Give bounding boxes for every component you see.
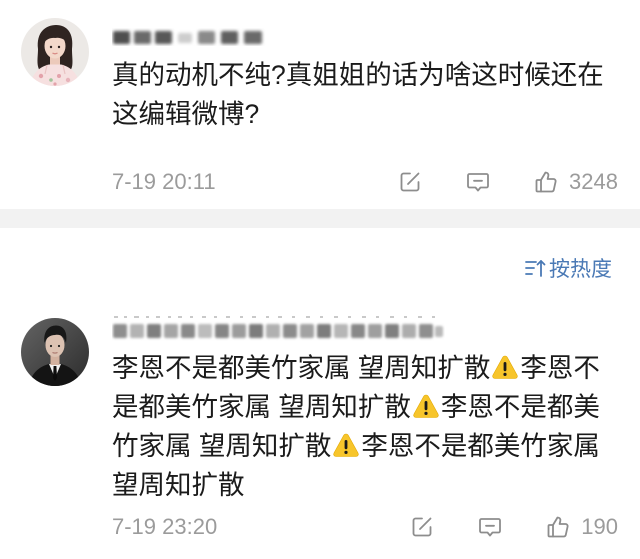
- warning-icon: [412, 392, 440, 420]
- comment-line: 真的动机不纯?真姐姐的话为啥这时候还在: [112, 56, 604, 95]
- like-icon: [533, 169, 559, 195]
- share-icon: [397, 169, 423, 195]
- timestamp: 7-19 20:11: [112, 169, 216, 194]
- sort-icon: [524, 257, 546, 279]
- reply-button[interactable]: [477, 514, 503, 540]
- like-count: 3248: [569, 169, 618, 194]
- like-button[interactable]: 190: [545, 514, 618, 540]
- comment-text-segment: 李恩不是都美: [440, 392, 600, 422]
- avatar[interactable]: [21, 18, 89, 86]
- warning-icon: [491, 353, 519, 381]
- comment-line: 是都美竹家属 望周知扩散 李恩不是都美: [112, 388, 600, 427]
- section-divider: [0, 209, 640, 228]
- comment-text-segment: 李恩不是都美竹家属: [361, 431, 600, 461]
- comment-line: 这编辑微博?: [112, 95, 604, 134]
- sort-label: 按热度: [549, 258, 612, 281]
- avatar-image: [21, 18, 89, 86]
- username-blur-mask: [113, 316, 443, 338]
- sort-by-hot-button[interactable]: 按热度: [524, 256, 612, 281]
- warning-icon: [332, 431, 360, 459]
- comment-text-segment: 竹家属 望周知扩散: [112, 431, 332, 461]
- comment-text[interactable]: 真的动机不纯?真姐姐的话为啥这时候还在 这编辑微博?: [112, 56, 604, 134]
- share-button[interactable]: [409, 514, 435, 540]
- comment-text-segment: 李恩不: [520, 353, 600, 383]
- share-button[interactable]: [397, 169, 423, 195]
- like-button[interactable]: 3248: [533, 169, 618, 195]
- comment-text[interactable]: 李恩不是都美竹家属 望周知扩散 李恩不 是都美竹家属 望周知扩散 李恩不是都美 竹家…: [112, 349, 600, 505]
- comment-text-segment: 这编辑微博?: [112, 99, 260, 129]
- comment-line: 望周知扩散: [112, 466, 600, 505]
- comment-text-segment: 真的动机不纯?真姐姐的话为啥这时候还在: [112, 60, 604, 90]
- avatar-image: [21, 318, 89, 386]
- comment-line: 李恩不是都美竹家属 望周知扩散 李恩不: [112, 349, 600, 388]
- reply-button[interactable]: [465, 169, 491, 195]
- avatar[interactable]: [21, 318, 89, 386]
- comment-icon: [477, 514, 503, 540]
- timestamp: 7-19 23:20: [112, 514, 218, 539]
- comment-text-segment: 是都美竹家属 望周知扩散: [112, 392, 411, 422]
- like-count: 190: [581, 514, 618, 539]
- like-icon: [545, 514, 571, 540]
- comment-line: 竹家属 望周知扩散 李恩不是都美竹家属: [112, 427, 600, 466]
- username-blurred[interactable]: [112, 28, 272, 46]
- comment-card: 按热度 李恩不是都美竹家属 望周知扩散 李恩不 是都美竹家属 望周知扩散 李恩不…: [0, 228, 640, 559]
- comment-text-segment: 望周知扩散: [112, 470, 245, 500]
- username-blurred[interactable]: [112, 314, 445, 342]
- action-bar: 3248: [397, 169, 618, 195]
- comment-text-segment: 李恩不是都美竹家属 望周知扩散: [112, 353, 491, 383]
- comment-card: 真的动机不纯?真姐姐的话为啥这时候还在 这编辑微博? 7-19 20:11 32…: [0, 0, 640, 209]
- username-blur-mask: [113, 31, 262, 44]
- share-icon: [409, 514, 435, 540]
- comment-icon: [465, 169, 491, 195]
- action-bar: 190: [409, 514, 618, 540]
